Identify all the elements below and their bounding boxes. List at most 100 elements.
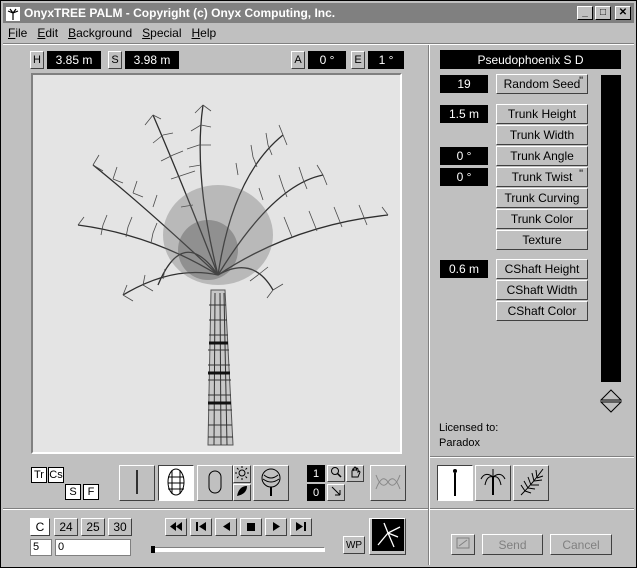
frond-part-button[interactable] <box>513 465 549 501</box>
slider-arrows[interactable] <box>599 388 623 416</box>
toggle-tr[interactable]: Tr <box>31 467 47 483</box>
up-down-arrow-icon <box>599 388 623 416</box>
random-seed-mark: " <box>579 75 583 87</box>
play-icon <box>272 520 280 534</box>
app-window: OnyxTREE PALM - Copyright (c) Onyx Compu… <box>0 0 637 568</box>
wireframe-mode-button[interactable] <box>158 465 194 501</box>
toggle-cs[interactable]: Cs <box>48 467 64 483</box>
wp-button[interactable]: WP <box>343 536 365 554</box>
tree-viewport[interactable] <box>31 73 402 454</box>
elevation-field[interactable]: 1 ° <box>368 51 404 69</box>
trunk-height-button[interactable]: Trunk Height <box>496 104 588 124</box>
zoom-button[interactable] <box>327 465 345 482</box>
menu-edit[interactable]: Edit <box>32 26 63 40</box>
disabled-box-icon <box>456 537 470 552</box>
palm-tree-icon <box>479 467 507 500</box>
trunk-angle-button[interactable]: Trunk Angle <box>496 146 588 166</box>
trunk-icon <box>450 467 460 500</box>
play-back-icon <box>222 520 230 534</box>
rotate-arrow-icon <box>330 485 342 500</box>
palm-tree-render <box>77 104 389 446</box>
wind-button[interactable] <box>369 518 406 555</box>
step-forward-button[interactable] <box>290 518 312 536</box>
menu-divider <box>3 43 634 45</box>
play-back-button[interactable] <box>215 518 237 536</box>
animation-slider[interactable] <box>151 547 325 552</box>
trunk-twist-mark: " <box>579 168 583 180</box>
solid-mode-button[interactable] <box>197 465 233 501</box>
azimuth-field[interactable]: 0 ° <box>308 51 346 69</box>
cshaft-width-button[interactable]: CShaft Width <box>496 280 588 300</box>
cshaft-height-button[interactable]: CShaft Height <box>496 259 588 279</box>
stop-button[interactable] <box>240 518 262 536</box>
step-back-button[interactable] <box>190 518 212 536</box>
dna-button[interactable] <box>370 465 406 501</box>
animation-slider-thumb[interactable] <box>151 546 155 553</box>
cshaft-color-button[interactable]: CShaft Color <box>496 301 588 321</box>
texture-button[interactable]: Texture <box>496 230 588 250</box>
toggle-f[interactable]: F <box>83 484 99 500</box>
menu-file[interactable]: File <box>3 26 32 40</box>
cancel-button[interactable]: Cancel <box>550 534 612 555</box>
azimuth-label: A <box>291 51 305 69</box>
trunk-height-field[interactable]: 1.5 m <box>440 105 488 123</box>
hand-icon <box>349 466 361 481</box>
right-divider-top <box>430 456 634 458</box>
menu-special[interactable]: Special <box>137 26 186 40</box>
clear-button[interactable] <box>451 534 475 555</box>
sun-icon <box>235 465 249 483</box>
skip-start-icon <box>170 520 182 534</box>
elevation-label: E <box>351 51 365 69</box>
frame-rate-30[interactable]: 30 <box>108 518 132 536</box>
line-mode-button[interactable] <box>119 465 155 501</box>
menu-help[interactable]: Help <box>187 26 222 40</box>
pan-button[interactable] <box>346 465 364 482</box>
send-button[interactable]: Send <box>482 534 543 555</box>
minimize-button[interactable]: _ <box>577 6 593 20</box>
leaf-button[interactable] <box>233 484 251 501</box>
window-title: OnyxTREE PALM - Copyright (c) Onyx Compu… <box>24 6 336 20</box>
palm-part-button[interactable] <box>475 465 511 501</box>
random-seed-field[interactable]: 19 <box>440 75 488 93</box>
frond-icon <box>517 467 545 500</box>
frame-rate-24[interactable]: 24 <box>54 518 78 536</box>
maximize-button[interactable]: □ <box>595 6 611 20</box>
cshaft-height-field[interactable]: 0.6 m <box>440 260 488 278</box>
frame-rate-25[interactable]: 25 <box>81 518 105 536</box>
menu-bar: File Edit Background Special Help <box>3 24 634 42</box>
menu-background[interactable]: Background <box>63 26 137 40</box>
wind-icon <box>371 519 404 554</box>
species-name[interactable]: Pseudophoenix S D <box>440 50 621 69</box>
trunk-width-button[interactable]: Trunk Width <box>496 125 588 145</box>
trunk-twist-button[interactable]: Trunk Twist " <box>496 167 588 187</box>
trunk-part-button[interactable] <box>437 465 473 501</box>
frame-rate-c[interactable]: C <box>30 518 50 536</box>
spread-field[interactable]: 3.98 m <box>125 51 179 69</box>
vertical-slider[interactable] <box>601 75 621 382</box>
zoom-level-bottom[interactable]: 0 <box>307 484 325 501</box>
toggle-s[interactable]: S <box>65 484 81 500</box>
cylinder-icon <box>205 467 225 500</box>
skip-start-button[interactable] <box>165 518 187 536</box>
licensed-to-label: Licensed to: <box>439 422 499 434</box>
trunk-curving-button[interactable]: Trunk Curving <box>496 188 588 208</box>
trunk-twist-field[interactable]: 0 ° <box>440 168 488 186</box>
frame-count-field[interactable]: 5 <box>30 539 52 556</box>
dna-icon <box>374 469 402 498</box>
zoom-level-top[interactable]: 1 <box>307 465 325 482</box>
stop-icon <box>247 520 255 534</box>
spread-label: S <box>108 51 122 69</box>
trunk-color-button[interactable]: Trunk Color <box>496 209 588 229</box>
palm-icon <box>5 5 21 21</box>
rotate-button[interactable] <box>327 484 345 501</box>
light-button[interactable] <box>233 465 251 483</box>
close-button[interactable]: ✕ <box>615 6 631 20</box>
crown-mode-button[interactable] <box>253 465 289 501</box>
panel-divider <box>428 45 430 565</box>
play-button[interactable] <box>265 518 287 536</box>
trunk-angle-field[interactable]: 0 ° <box>440 147 488 165</box>
frame-position-field[interactable]: 0 <box>55 539 131 556</box>
height-field[interactable]: 3.85 m <box>47 51 101 69</box>
wireframe-cylinder-icon <box>166 467 186 500</box>
random-seed-button[interactable]: Random Seed " <box>496 74 588 94</box>
